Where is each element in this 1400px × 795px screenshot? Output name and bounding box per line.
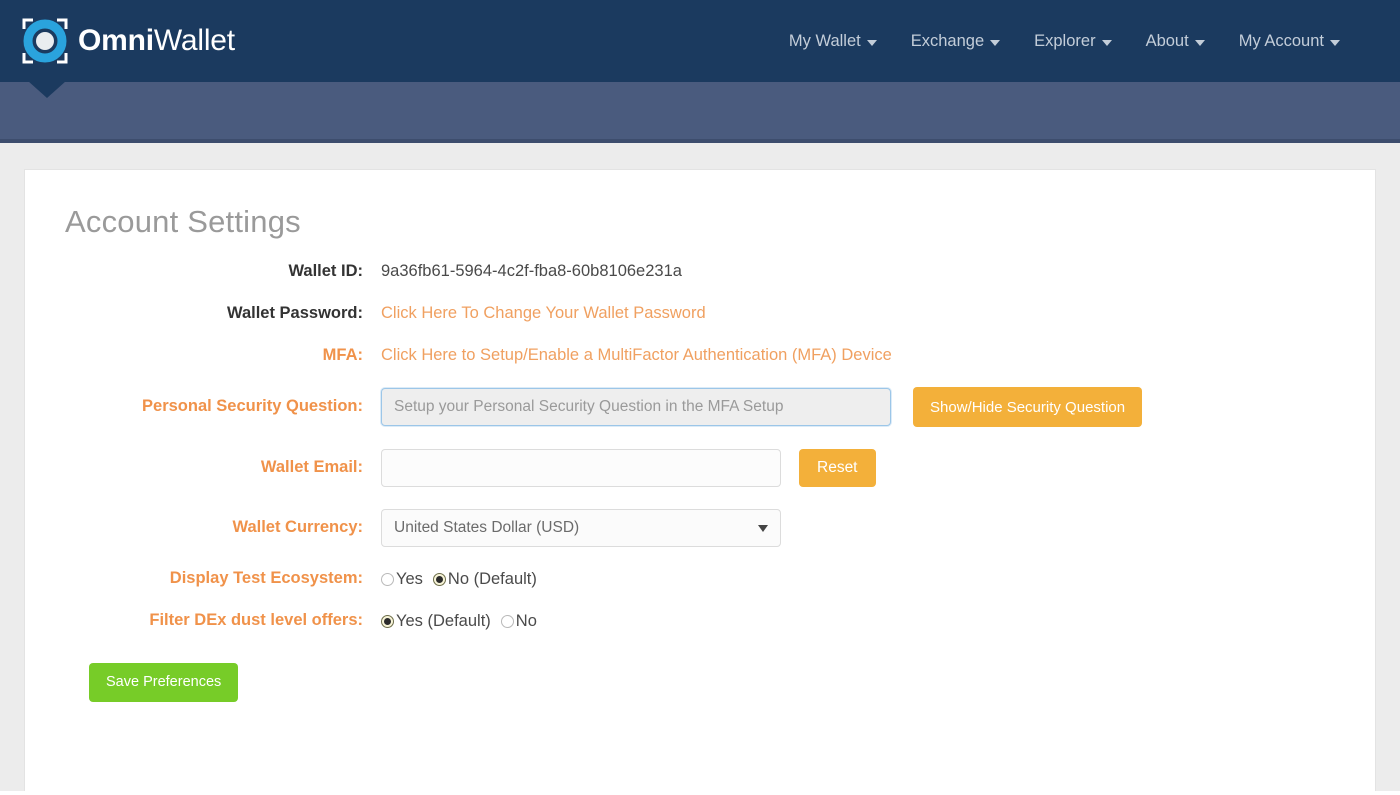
control-wallet-id: 9a36fb61-5964-4c2f-fba8-60b8106e231a [381,262,682,281]
wallet-email-input[interactable] [381,449,781,488]
security-question-input[interactable] [381,388,891,427]
control-wallet-currency: United States Dollar (USD) [381,509,781,548]
label-wallet-currency: Wallet Currency: [232,518,363,537]
filter-dex-dust-label-yes: Yes (Default) [396,611,491,630]
nav-item-about[interactable]: About [1146,32,1205,51]
label-filter-dex-dust: Filter DEx dust level offers: [149,611,363,630]
label-display-test-ecosystem: Display Test Ecosystem: [169,569,363,588]
nav-item-my-wallet[interactable]: My Wallet [789,32,877,51]
control-wallet-password: Click Here To Change Your Wallet Passwor… [381,304,706,323]
show-hide-security-question-button[interactable]: Show/Hide Security Question [913,387,1143,428]
nav-item-my-account[interactable]: My Account [1239,32,1340,51]
reset-wallet-email-button[interactable]: Reset [799,449,876,488]
filter-dex-dust-radio-group: Yes (Default) No [381,612,543,631]
row-display-test-ecosystem: Display Test Ecosystem: Yes No (Default) [25,569,1375,589]
nav-label-exchange: Exchange [910,31,985,50]
brand-logo-link[interactable]: OmniWallet [22,18,235,64]
display-test-ecosystem-radio-group: Yes No (Default) [381,570,543,589]
chevron-down-icon [990,39,1001,46]
chevron-down-icon [866,39,877,46]
nav-item-exchange[interactable]: Exchange [910,31,1001,51]
site-header: OmniWallet My Wallet Exchange Explorer A… [0,0,1400,82]
control-mfa: Click Here to Setup/Enable a MultiFactor… [381,346,892,365]
label-mfa: MFA: [322,345,363,364]
control-security-question: Show/Hide Security Question [381,387,1143,428]
display-test-ecosystem-option-yes[interactable]: Yes [381,570,429,589]
main-navigation: My Wallet Exchange Explorer About My Acc… [789,32,1340,51]
control-filter-dex-dust: Yes (Default) No [381,612,543,631]
control-wallet-email: Reset [381,449,876,488]
display-test-ecosystem-label-no: No (Default) [447,569,537,588]
setup-mfa-link[interactable]: Click Here to Setup/Enable a MultiFactor… [381,346,892,365]
radio-icon-selected[interactable] [381,614,394,628]
brand-name-bold: Omni [78,24,154,57]
page-background: Account Settings Wallet ID: 9a36fb61-596… [0,143,1400,791]
change-wallet-password-link[interactable]: Click Here To Change Your Wallet Passwor… [381,304,706,323]
label-wallet-password: Wallet Password: [226,303,363,322]
label-security-question: Personal Security Question: [142,397,363,416]
nav-label-my-wallet: My Wallet [788,31,861,50]
row-wallet-password: Wallet Password: Click Here To Change Yo… [25,304,1375,324]
chevron-down-icon [1101,39,1112,46]
nav-label-explorer: Explorer [1034,31,1096,50]
display-test-ecosystem-label-yes: Yes [396,569,423,588]
label-wallet-id: Wallet ID: [288,262,363,280]
brand-wordmark: OmniWallet [78,26,235,56]
value-wallet-id: 9a36fb61-5964-4c2f-fba8-60b8106e231a [381,262,682,281]
page-title: Account Settings [65,204,301,239]
radio-icon-unselected[interactable] [381,572,394,586]
row-filter-dex-dust: Filter DEx dust level offers: Yes (Defau… [25,611,1375,631]
omni-ring-logo-icon [22,18,68,64]
wallet-currency-select[interactable]: United States Dollar (USD) [381,509,781,548]
row-wallet-email: Wallet Email: Reset [25,449,1375,488]
nav-item-explorer[interactable]: Explorer [1034,31,1112,51]
secondary-bar [0,81,1400,143]
row-wallet-id: Wallet ID: 9a36fb61-5964-4c2f-fba8-60b81… [25,262,1375,282]
save-preferences-button[interactable]: Save Preferences [89,662,239,702]
nav-label-my-account: My Account [1238,31,1324,50]
radio-icon-selected[interactable] [432,572,446,586]
row-wallet-currency: Wallet Currency: United States Dollar (U… [25,509,1375,548]
account-settings-card: Account Settings Wallet ID: 9a36fb61-596… [24,169,1376,791]
radio-icon-unselected[interactable] [500,614,514,628]
control-display-test-ecosystem: Yes No (Default) [381,570,543,589]
chevron-down-icon [1330,39,1340,46]
chevron-down-icon [1194,39,1205,46]
filter-dex-dust-option-yes[interactable]: Yes (Default) [381,612,497,631]
label-wallet-email: Wallet Email: [260,458,363,477]
filter-dex-dust-option-no[interactable]: No [500,611,543,631]
wallet-currency-selected-value: United States Dollar (USD) [394,519,580,537]
nav-label-about: About [1145,31,1189,50]
row-security-question: Personal Security Question: Show/Hide Se… [25,387,1375,428]
brand-name-light: Wallet [153,24,235,57]
row-mfa: MFA: Click Here to Setup/Enable a MultiF… [25,346,1375,366]
filter-dex-dust-label-no: No [515,611,537,630]
select-arrow-icon [758,525,768,533]
display-test-ecosystem-option-no[interactable]: No (Default) [432,569,543,589]
brand-pointer-icon [28,81,66,98]
